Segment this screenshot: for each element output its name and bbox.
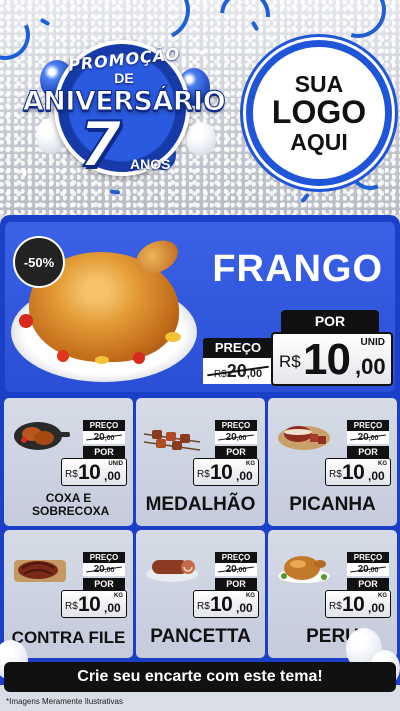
price-cents: ,00 [368,601,385,615]
new-price: R$ 10 ,00 KG [193,458,259,486]
logo-text-line3: AQUI [290,128,348,155]
price-currency: R$ [197,601,210,612]
new-price: R$ 10 ,00 UNID [271,332,393,386]
price-unit: KG [114,593,123,599]
price-cents: ,00 [236,469,253,483]
preco-label: PREÇO [215,420,257,431]
pancetta-roll-icon [146,560,198,582]
preco-label: PREÇO [215,552,257,563]
price-int: 10 [210,593,233,616]
price-currency: R$ [197,469,210,480]
featured-product-name: FRANGO [212,248,383,290]
logo-text-line2: LOGO [271,94,367,131]
price-int: 10 [342,461,365,484]
herb-garnish [95,356,109,364]
preco-label: PREÇO [347,552,389,563]
por-label: POR [215,578,257,590]
logo-placeholder: SUA LOGO AQUI [246,40,392,186]
new-price: R$ 10 ,00 UNID [61,458,127,486]
product-card-medalhao[interactable]: PREÇO 20,00 POR R$ 10 ,00 KG MEDALHÃO [136,398,265,526]
roast-turkey-icon [278,556,330,583]
featured-price-tag: POR PREÇO R$20,00 R$ 10 ,00 UNID [203,310,393,386]
new-price: R$ 10 ,00 KG [325,458,391,486]
preco-label: PREÇO [347,420,389,431]
price-unit: KG [378,461,387,467]
new-price: R$ 10 ,00 KG [325,590,391,618]
old-price: R$20,00 [203,358,273,384]
price-cents: ,00 [236,601,253,615]
price-int: 10 [342,593,365,616]
confetti [39,17,51,27]
promo-anos: ANOS [130,156,171,172]
price-unit: KG [246,593,255,599]
old-price: 20,00 [215,431,257,444]
price-cents: ,00 [355,354,386,379]
discount-badge: -50% [13,236,65,288]
product-name: COXA E SOBRECOXA [32,490,110,518]
preco-label: PREÇO [83,420,125,431]
price-int: 10 [78,593,101,616]
old-price: 20,00 [347,431,389,444]
anniversary-promo-badge: PROMOÇÃO DE ANIVERSÁRIO 7 ANOS [8,40,240,190]
price-cents: ,00 [368,469,385,483]
old-price: 20,00 [347,563,389,576]
old-price: 20,00 [83,431,125,444]
price-unit: UNID [360,337,385,348]
price-unit: KG [378,593,387,599]
new-price: R$ 10 ,00 KG [193,590,259,618]
promo-anniversary: ANIVERSÁRIO [22,86,226,118]
herb-garnish [165,332,181,342]
por-label: POR [83,578,125,590]
confetti [109,189,121,195]
skewers-icon [143,430,201,451]
header-banner: PROMOÇÃO DE ANIVERSÁRIO 7 ANOS SUA LOGO … [0,0,400,215]
por-label: POR [281,310,379,332]
price-currency: R$ [65,601,78,612]
por-label: POR [83,446,125,458]
tomato-garnish [57,350,69,362]
por-label: POR [347,446,389,458]
featured-product-card[interactable]: -50% FRANGO POR PREÇO R$20,00 R$ 10 ,00 … [5,222,395,392]
price-currency: R$ [329,469,342,480]
product-name: PANCETTA [150,626,251,648]
price-unit: UNID [108,461,123,467]
product-name: PICANHA [289,494,376,516]
picanha-board-icon [278,426,330,450]
price-int: 10 [210,461,233,484]
product-card-pancetta[interactable]: PREÇO 20,00 POR R$ 10 ,00 KG PANCETTA [136,530,265,658]
price-cents: ,00 [104,601,121,615]
logo-text-line1: SUA [294,71,344,98]
price-currency: R$ [65,469,78,480]
disclaimer-text: *Imagens Meramente Ilustrativas [6,697,123,706]
confetti [300,192,310,204]
price-int: 10 [303,335,351,384]
tomato-garnish [19,314,33,328]
product-card-coxa[interactable]: PREÇO 20,00 POR R$ 10 ,00 UNID COXA E SO… [4,398,133,526]
product-card-contra-file[interactable]: PREÇO 20,00 POR R$ 10 ,00 KG CONTRA FILE [4,530,133,658]
create-flyer-cta-button[interactable]: Crie seu encarte com este tema! [4,662,396,692]
promo-de: DE [114,70,134,86]
chicken-thighs-pan-icon [14,422,70,450]
price-currency: R$ [329,601,342,612]
price-unit: KG [246,461,255,467]
old-price: 20,00 [215,563,257,576]
product-card-picanha[interactable]: PREÇO 20,00 POR R$ 10 ,00 KG PICANHA [268,398,397,526]
tomato-garnish [133,352,145,364]
por-label: POR [215,446,257,458]
por-label: POR [347,578,389,590]
new-price: R$ 10 ,00 KG [61,590,127,618]
price-int: 10 [78,461,101,484]
promo-years-number: 7 [77,108,122,181]
price-cents: ,00 [104,469,121,483]
preco-label: PREÇO [83,552,125,563]
old-price: 20,00 [83,563,125,576]
preco-label: PREÇO [203,338,273,358]
price-currency: R$ [279,352,301,371]
steak-board-icon [14,560,66,582]
product-name: CONTRA FILE [11,628,126,648]
product-name: MEDALHÃO [145,494,256,516]
